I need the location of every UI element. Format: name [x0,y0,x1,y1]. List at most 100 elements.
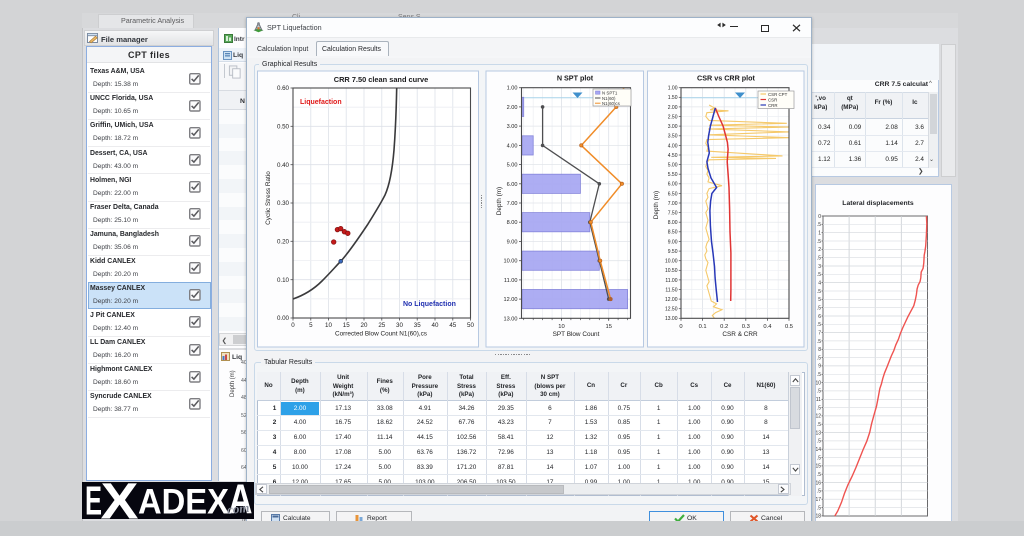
svg-text:.5: .5 [817,355,821,361]
svg-text:0.5: 0.5 [785,324,793,330]
svg-text:35: 35 [414,322,421,329]
svg-text:2: 2 [818,247,821,253]
svg-text:0.40: 0.40 [277,162,290,169]
svg-text:25: 25 [378,322,385,329]
svg-text:45: 45 [449,322,456,329]
svg-text:10: 10 [815,380,821,386]
svg-text:CSR: CSR [768,98,777,103]
svg-text:.5: .5 [817,222,821,228]
svg-text:0: 0 [291,322,295,329]
svg-text:3.50: 3.50 [668,134,678,140]
svg-text:0.50: 0.50 [277,124,290,131]
svg-text:10.50: 10.50 [665,268,678,274]
svg-text:9.00: 9.00 [668,239,678,245]
svg-text:1.00: 1.00 [668,86,678,92]
svg-text:0.3: 0.3 [742,324,750,330]
svg-text:SPT Blow Count: SPT Blow Count [553,331,600,338]
svg-text:1: 1 [818,231,821,237]
svg-text:8.00: 8.00 [507,220,518,226]
svg-text:16: 16 [815,480,821,486]
svg-text:.5: .5 [817,472,821,478]
svg-text:No Liquefaction: No Liquefaction [403,301,456,308]
svg-text:8.00: 8.00 [668,220,678,226]
svg-text:3: 3 [818,264,821,270]
svg-text:11.00: 11.00 [665,278,677,284]
svg-text:40: 40 [432,322,439,329]
svg-text:0.2: 0.2 [720,324,728,330]
svg-text:5.00: 5.00 [668,163,678,169]
svg-text:.5: .5 [817,505,821,511]
svg-text:15: 15 [815,464,821,470]
svg-text:4.00: 4.00 [507,143,518,149]
svg-text:5: 5 [818,297,821,303]
svg-text:3.00: 3.00 [507,124,518,130]
svg-text:0.00: 0.00 [277,315,290,322]
svg-text:.5: .5 [817,272,821,278]
svg-text:10: 10 [558,324,564,330]
svg-text:.5: .5 [817,255,821,261]
svg-text:9.00: 9.00 [507,240,518,246]
svg-text:0.20: 0.20 [277,239,290,246]
svg-text:.5: .5 [817,389,821,395]
svg-text:10: 10 [325,322,332,329]
svg-text:14: 14 [815,447,821,453]
svg-text:6.00: 6.00 [507,182,518,188]
svg-text:.5: .5 [817,455,821,461]
svg-text:0.1: 0.1 [699,324,707,330]
svg-text:CSR CPT: CSR CPT [768,92,788,97]
svg-text:N SPT1: N SPT1 [602,90,618,95]
svg-text:6.00: 6.00 [668,182,678,188]
svg-text:13.00: 13.00 [504,316,518,322]
svg-text:10.00: 10.00 [665,259,678,265]
svg-text:Depth (m): Depth (m) [496,187,503,215]
svg-text:2.00: 2.00 [668,105,678,111]
svg-text:.5: .5 [817,339,821,345]
svg-text:9: 9 [818,364,821,370]
svg-text:E: E [85,477,102,523]
svg-text:N SPT plot: N SPT plot [557,74,594,83]
svg-text:ADEX: ADEX [138,482,230,521]
svg-text:6.50: 6.50 [668,191,678,197]
svg-text:5.00: 5.00 [507,163,518,169]
svg-text:CRR: CRR [768,103,778,108]
svg-text:6: 6 [818,314,821,320]
svg-text:8: 8 [818,347,821,353]
svg-text:.5: .5 [817,489,821,495]
svg-text:12.50: 12.50 [665,307,678,313]
svg-text:CSR vs CRR plot: CSR vs CRR plot [697,74,756,83]
svg-text:2.00: 2.00 [507,105,518,111]
svg-text:0: 0 [818,214,821,220]
svg-text:15: 15 [605,324,611,330]
svg-text:0.30: 0.30 [277,200,290,207]
svg-text:Cyclic Stress Ratio: Cyclic Stress Ratio [265,171,272,225]
svg-text:12.00: 12.00 [665,297,678,303]
svg-text:12.00: 12.00 [504,297,518,303]
svg-text:30: 30 [396,322,403,329]
svg-text:10.00: 10.00 [504,259,518,265]
svg-text:11.50: 11.50 [665,287,677,293]
svg-text:0: 0 [679,324,682,330]
svg-text:7.00: 7.00 [668,201,678,207]
svg-text:8.50: 8.50 [668,230,678,236]
svg-text:2.50: 2.50 [668,114,678,120]
svg-text:1.00: 1.00 [507,86,518,92]
svg-text:.5: .5 [817,289,821,295]
svg-text:3.00: 3.00 [668,124,678,130]
svg-text:Liquefaction: Liquefaction [300,99,342,106]
svg-text:7.50: 7.50 [668,211,678,217]
svg-text:.5: .5 [817,439,821,445]
svg-text:11.00: 11.00 [504,278,518,284]
svg-text:4.50: 4.50 [668,153,678,159]
svg-text:5.50: 5.50 [668,172,678,178]
svg-text:11: 11 [816,397,821,403]
svg-text:4: 4 [818,280,821,286]
svg-text:.5: .5 [817,305,821,311]
svg-text:.5: .5 [817,322,821,328]
svg-text:17: 17 [815,497,821,503]
svg-text:.5: .5 [817,239,821,245]
svg-text:15: 15 [343,322,350,329]
svg-text:0.60: 0.60 [277,85,290,92]
svg-text:1.50: 1.50 [668,95,678,101]
svg-text:7.00: 7.00 [507,201,518,207]
svg-text:.5: .5 [817,372,821,378]
